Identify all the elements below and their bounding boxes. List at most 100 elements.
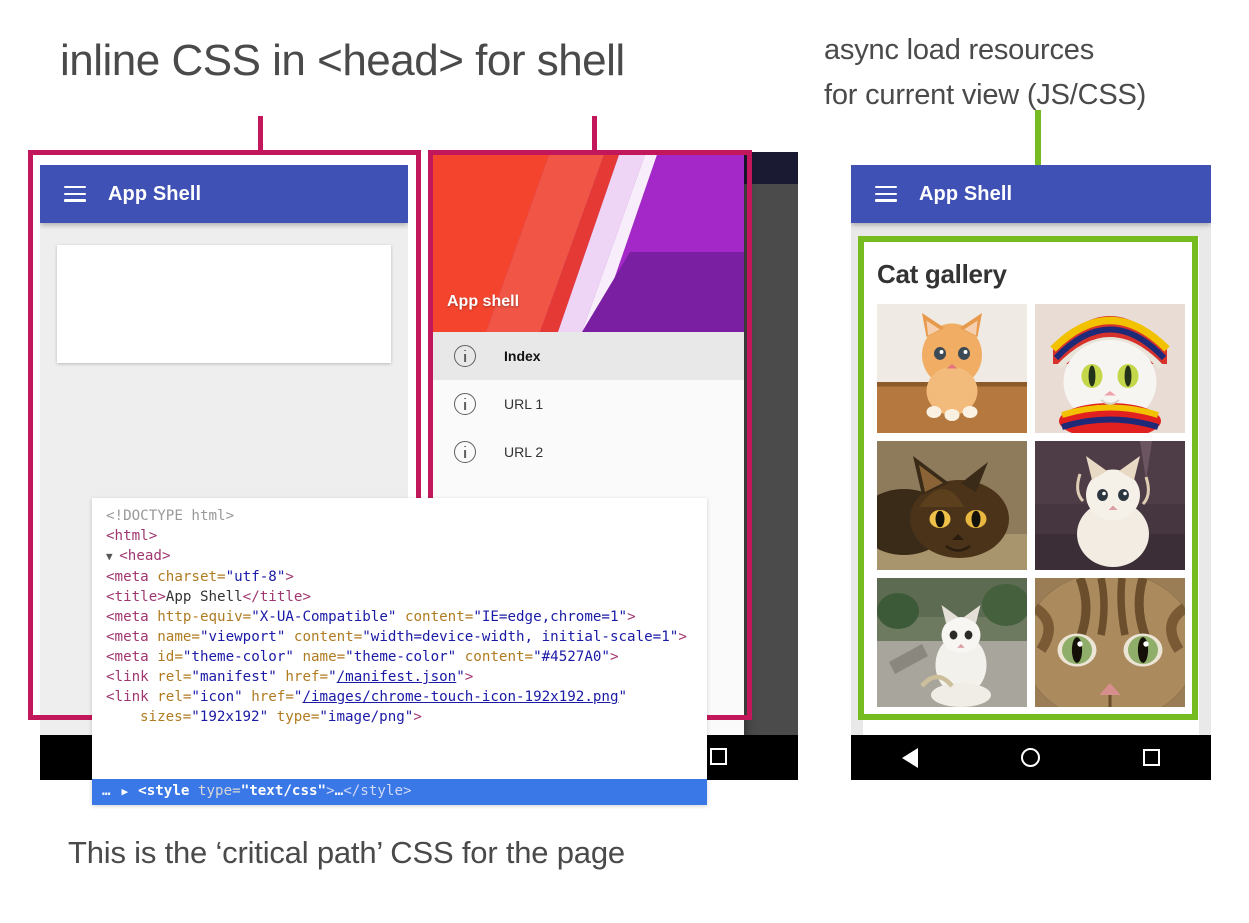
code-token: > [627, 609, 636, 625]
drawer-item-list: Index URL 1 URL 2 [430, 332, 744, 476]
devtools-code-line[interactable]: <link rel="icon" href="/images/chrome-to… [92, 687, 707, 727]
style-tag-open: <style [138, 783, 198, 799]
devtools-code-line[interactable]: <meta http-equiv="X-UA-Compatible" conte… [92, 607, 707, 627]
code-token: rel= [157, 669, 191, 685]
code-token: content= [456, 649, 533, 665]
style-tag-close: </style> [343, 783, 411, 799]
code-token: type= [268, 709, 319, 725]
cat-photo-image [1035, 441, 1185, 570]
code-token: "theme-color" [345, 649, 456, 665]
code-token: " [456, 669, 465, 685]
code-token: > [413, 709, 422, 725]
heading-inline-css: inline CSS in <head> for shell [60, 32, 820, 90]
devtools-code-line[interactable]: <title>App Shell</title> [92, 587, 707, 607]
devtools-code-lines: <!DOCTYPE html><html>▼ <head><meta chars… [92, 498, 707, 727]
gallery-title: Cat gallery [877, 259, 1185, 290]
code-token: content= [396, 609, 473, 625]
code-token: <meta [106, 629, 157, 645]
drawer-item-index[interactable]: Index [430, 332, 744, 380]
cat-photo-fluffy-cream-kitten[interactable] [1035, 441, 1185, 570]
code-token: <head> [119, 548, 170, 564]
style-gt: > [326, 783, 335, 799]
phone-drawer-recents-icon[interactable] [710, 748, 727, 765]
code-token: "viewport" [200, 629, 285, 645]
drawer-item-label: URL 2 [504, 444, 543, 460]
devtools-ellipsis-badge[interactable]: … [102, 781, 112, 801]
code-token: name= [157, 629, 200, 645]
heading-async-load-line2: for current view (JS/CSS) [824, 73, 1224, 118]
code-token: > [465, 669, 474, 685]
style-children-ellipsis: … [335, 783, 344, 799]
devtools-code-line[interactable]: <meta charset="utf-8"> [92, 567, 707, 587]
code-token: id= [157, 649, 183, 665]
code-token: "utf-8" [226, 569, 286, 585]
code-token: name= [294, 649, 345, 665]
cat-photo-orange-kitten[interactable] [877, 304, 1027, 433]
code-token: <link [106, 689, 157, 705]
connector-tick-middle [592, 116, 597, 152]
code-token: content= [285, 629, 362, 645]
cat-photo-tabby-closeup[interactable] [1035, 578, 1185, 707]
appbar-title-gallery: App Shell [919, 183, 1012, 206]
drawer-item-label: Index [504, 348, 541, 364]
code-token: "icon" [191, 689, 242, 705]
cat-photo-image [1035, 578, 1185, 707]
info-icon [454, 441, 476, 463]
code-token: " [619, 689, 628, 705]
devtools-code-line[interactable]: <html> [92, 526, 707, 546]
hamburger-icon[interactable] [64, 186, 86, 202]
devtools-code-line[interactable]: <meta id="theme-color" name="theme-color… [92, 647, 707, 667]
code-token: "width=device-width, initial-scale=1" [362, 629, 678, 645]
drawer-item-url-1[interactable]: URL 1 [430, 380, 744, 428]
connector-tick-left [258, 116, 263, 152]
home-circle-icon[interactable] [1021, 748, 1040, 767]
code-token: <link [106, 669, 157, 685]
recents-square-icon[interactable] [1143, 749, 1160, 766]
devtools-code-line[interactable]: <link rel="manifest" href= "/manifest.jso… [92, 667, 707, 687]
code-token: ▼ [106, 550, 119, 563]
devtools-selected-line-text: <style type="text/css">…</style> [138, 781, 411, 801]
appbar-gallery: App Shell [851, 165, 1211, 223]
code-token: "manifest" [191, 669, 276, 685]
appbar-shell: App Shell [40, 165, 408, 223]
code-token: "X-UA-Compatible" [251, 609, 396, 625]
drawer-header-label: App shell [447, 293, 519, 311]
code-token: href= [243, 689, 294, 705]
code-token: /images/chrome-touch-icon-192x192.png [302, 689, 618, 705]
code-token: charset= [157, 569, 225, 585]
devtools-code-line[interactable]: ▼ <head> [92, 546, 707, 567]
code-token: > [285, 569, 294, 585]
back-triangle-icon[interactable] [902, 748, 918, 768]
code-token: <meta [106, 609, 157, 625]
devtools-selected-node-style[interactable]: … ▶ <style type="text/css">…</style> [92, 779, 707, 805]
drawer-item-label: URL 1 [504, 396, 543, 412]
cat-photo-white-kitten-outdoors[interactable] [877, 578, 1027, 707]
code-token: "image/png" [319, 709, 413, 725]
code-token: > [610, 649, 619, 665]
hamburger-icon[interactable] [875, 186, 897, 202]
code-token: <meta [106, 569, 157, 585]
cat-photo-image [1035, 304, 1185, 433]
cat-photo-image [877, 304, 1027, 433]
info-icon [454, 345, 476, 367]
cat-photo-tortoiseshell-cat[interactable] [877, 441, 1027, 570]
code-token: "#4527A0" [533, 649, 610, 665]
code-token: "IE=edge,chrome=1" [473, 609, 627, 625]
code-token: /manifest.json [337, 669, 457, 685]
code-token: <title> [106, 589, 166, 605]
empty-content-card [57, 245, 391, 363]
cat-photo-white-cat-in-hat[interactable] [1035, 304, 1185, 433]
devtools-code-line[interactable]: <meta name="viewport" content="width=dev… [92, 627, 707, 647]
devtools-elements-panel[interactable]: <!DOCTYPE html><html>▼ <head><meta chars… [92, 498, 707, 805]
devtools-code-line[interactable]: <!DOCTYPE html> [92, 506, 707, 526]
info-icon [454, 393, 476, 415]
code-token: href= [277, 669, 328, 685]
style-attr-value: "text/css" [241, 783, 326, 799]
devtools-expander-arrow[interactable]: ▶ [122, 782, 129, 802]
slide-root: inline CSS in <head> for shell async loa… [0, 0, 1249, 923]
code-token: "192x192" [191, 709, 268, 725]
drawer-item-url-2[interactable]: URL 2 [430, 428, 744, 476]
code-token: App Shell [166, 589, 243, 605]
cat-photo-image [877, 441, 1027, 570]
cat-photo-grid [877, 304, 1185, 707]
